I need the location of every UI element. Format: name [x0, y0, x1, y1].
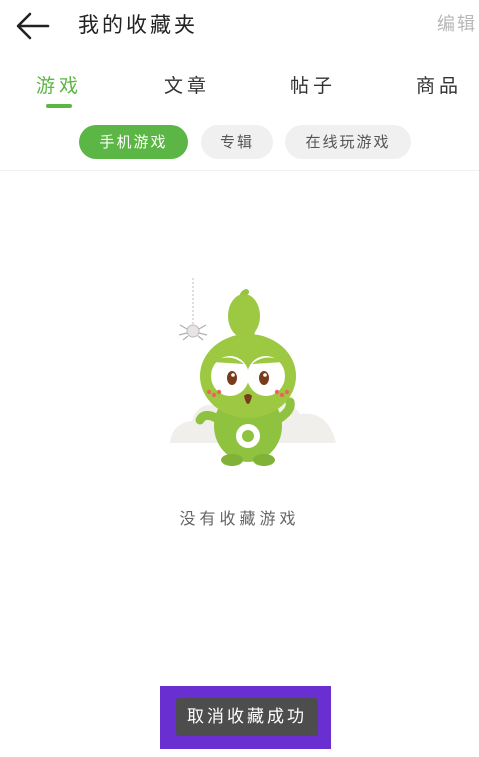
arrow-left-icon: [16, 12, 50, 40]
chip-albums[interactable]: 专辑: [201, 125, 273, 159]
edit-button[interactable]: 编辑: [437, 11, 477, 39]
tab-games[interactable]: 游戏: [36, 70, 82, 102]
tab-posts[interactable]: 帖子: [290, 70, 336, 102]
active-tab-indicator: [46, 104, 72, 108]
back-button[interactable]: [14, 10, 52, 42]
page-title: 我的收藏夹: [78, 13, 198, 37]
tab-products[interactable]: 商品: [416, 70, 462, 102]
mascot-illustration: [170, 278, 336, 466]
empty-state-illustration: [160, 278, 340, 468]
spider-icon: [178, 324, 208, 341]
chip-online-games[interactable]: 在线玩游戏: [285, 125, 411, 159]
divider: [0, 170, 479, 171]
toast-message: 取消收藏成功: [176, 698, 318, 736]
empty-state-message: 没有收藏游戏: [179, 509, 300, 528]
chip-mobile-games[interactable]: 手机游戏: [79, 125, 188, 159]
header-bar: 我的收藏夹 编辑: [0, 0, 479, 52]
filter-chips: 手机游戏 专辑 在线玩游戏: [0, 125, 479, 161]
tab-articles[interactable]: 文章: [164, 70, 210, 102]
